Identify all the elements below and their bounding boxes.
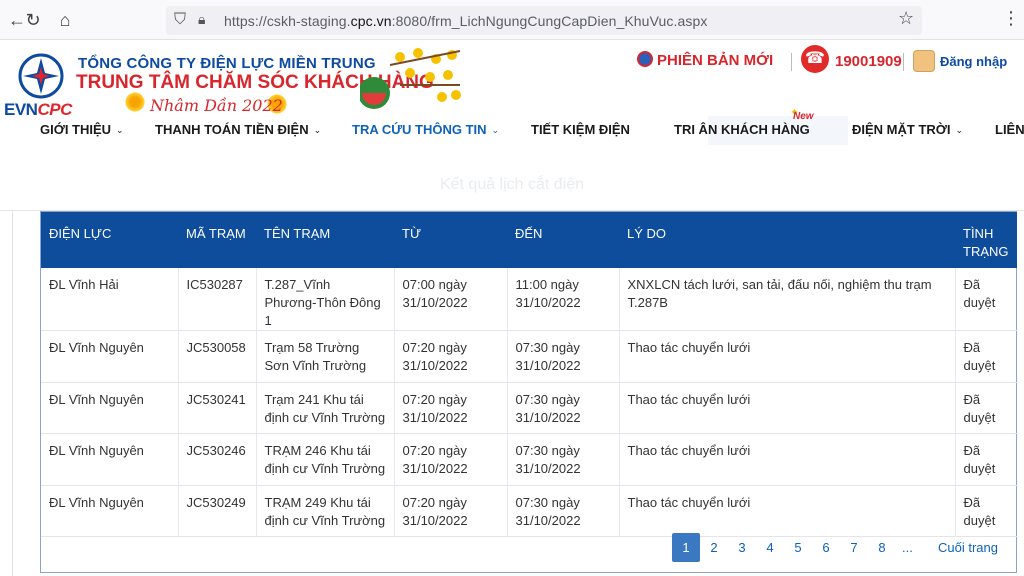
lock-icon[interactable]: 🔒︎ xyxy=(198,11,205,28)
company-name: TỔNG CÔNG TY ĐIỆN LỰC MIỀN TRUNG xyxy=(78,55,376,72)
column-header: ĐIỆN LỰC xyxy=(41,212,178,268)
cell-tinh-trang: Đã duyệt xyxy=(955,330,1017,383)
home-icon[interactable]: ⌂ xyxy=(54,9,76,31)
phone-icon: ☎ xyxy=(801,45,829,73)
table-row: ĐL Vĩnh Nguyên JC530246 TRẠM 246 Khu tái… xyxy=(41,433,1017,486)
cell-den: 07:30 ngày 31/10/2022 xyxy=(507,382,620,434)
user-avatar-icon xyxy=(913,50,935,72)
menu-item-gioi-thieu[interactable]: GIỚI THIỆU ⌄ xyxy=(40,122,124,137)
cell-tu: 07:20 ngày 31/10/2022 xyxy=(394,433,508,486)
table-row: ĐL Vĩnh Nguyên JC530241 Trạm 241 Khu tái… xyxy=(41,382,1017,434)
cell-ma-tram: IC530287 xyxy=(178,268,257,331)
outage-table-panel: ĐIỆN LỰC MÃ TRẠM TÊN TRẠM TỪ ĐẾN LÝ DO T… xyxy=(40,211,1017,573)
hotline-number[interactable]: 19001909 xyxy=(835,53,902,70)
outage-schedule-table: ĐIỆN LỰC MÃ TRẠM TÊN TRẠM TỪ ĐẾN LÝ DO T… xyxy=(41,212,1017,537)
cell-tu: 07:20 ngày 31/10/2022 xyxy=(394,382,508,434)
bookmark-star-icon[interactable]: ☆ xyxy=(898,8,914,29)
cell-den: 07:30 ngày 31/10/2022 xyxy=(507,433,620,486)
evn-logo-text[interactable]: EVNCPC xyxy=(4,100,72,120)
cell-den: 07:30 ngày 31/10/2022 xyxy=(507,485,620,537)
reload-icon[interactable]: ↻ xyxy=(22,9,44,31)
chevron-down-icon: ⌄ xyxy=(955,125,964,135)
shield-icon[interactable]: ⛉ xyxy=(174,11,186,29)
table-row: ĐL Vĩnh Hải IC530287 T.287_Vĩnh Phương-T… xyxy=(41,268,1017,331)
cell-tu: 07:00 ngày 31/10/2022 xyxy=(394,268,508,331)
menu-item-lien-he[interactable]: LIÊN xyxy=(995,122,1024,137)
page-ellipsis[interactable]: ... xyxy=(902,533,913,562)
apricot-flower-icon xyxy=(124,91,146,113)
cell-ten-tram: TRẠM 249 Khu tái định cư Vĩnh Trường xyxy=(256,485,395,537)
cell-dien-luc: ĐL Vĩnh Nguyên xyxy=(41,485,179,537)
new-version-link[interactable]: PHIÊN BẢN MỚI xyxy=(637,51,773,69)
url-text[interactable]: https://cskh-staging.cpc.vn:8080/frm_Lic… xyxy=(224,13,707,29)
cell-ten-tram: Trạm 241 Khu tái định cư Vĩnh Trường xyxy=(256,382,395,434)
menu-item-tra-cuu[interactable]: TRA CỨU THÔNG TIN ⌄ xyxy=(352,122,499,137)
chevron-down-icon: ⌄ xyxy=(116,125,124,135)
menu-item-thanh-toan[interactable]: THANH TOÁN TIỀN ĐIỆN ⌄ xyxy=(155,122,321,137)
year-text: Nhâm Dần 2022 xyxy=(150,96,283,115)
chevron-down-icon: ⌄ xyxy=(313,125,322,135)
page-button-2[interactable]: 2 xyxy=(700,533,728,562)
cell-tinh-trang: Đã duyệt xyxy=(955,433,1017,486)
left-border xyxy=(12,210,13,576)
page-button-8[interactable]: 8 xyxy=(868,533,896,562)
main-menu: GIỚI THIỆU ⌄ THANH TOÁN TIỀN ĐIỆN ⌄ TRA CỨ… xyxy=(0,118,1024,144)
cell-ly-do: XNXLCN tách lưới, san tải, đấu nối, nghi… xyxy=(619,268,956,331)
chevron-down-icon: ⌄ xyxy=(491,125,500,135)
column-header: ĐẾN xyxy=(507,212,619,268)
cell-dien-luc: ĐL Vĩnh Nguyên xyxy=(41,433,179,486)
cell-dien-luc: ĐL Vĩnh Nguyên xyxy=(41,330,179,383)
page-button-6[interactable]: 6 xyxy=(812,533,840,562)
cell-den: 07:30 ngày 31/10/2022 xyxy=(507,330,620,383)
cell-ly-do: Thao tác chuyển lưới xyxy=(619,485,956,537)
cell-dien-luc: ĐL Vĩnh Hải xyxy=(41,268,179,331)
menu-item-tiet-kiem[interactable]: TIẾT KIỆM ĐIỆN xyxy=(531,122,630,137)
cell-tinh-trang: Đã duyệt xyxy=(955,268,1017,331)
cell-den: 11:00 ngày 31/10/2022 xyxy=(507,268,620,331)
cell-tu: 07:20 ngày 31/10/2022 xyxy=(394,485,508,537)
column-header: TÌNH TRẠNG xyxy=(955,212,1017,268)
cell-dien-luc: ĐL Vĩnh Nguyên xyxy=(41,382,179,434)
address-bar[interactable]: ⛉ 🔒︎ https://cskh-staging.cpc.vn:8080/fr… xyxy=(166,6,922,35)
cell-ma-tram: JC530241 xyxy=(178,382,257,434)
cell-ten-tram: T.287_Vĩnh Phương-Thôn Đông 1 xyxy=(256,268,395,331)
page-button-4[interactable]: 4 xyxy=(756,533,784,562)
cell-tu: 07:20 ngày 31/10/2022 xyxy=(394,330,508,383)
cell-ten-tram: Trạm 58 Trường Sơn Vĩnh Trường xyxy=(256,330,395,383)
page-button-3[interactable]: 3 xyxy=(728,533,756,562)
cell-ma-tram: JC530246 xyxy=(178,433,257,486)
column-header: TỪ xyxy=(394,212,507,268)
column-header: MÃ TRẠM xyxy=(178,212,256,268)
page-button-7[interactable]: 7 xyxy=(840,533,868,562)
cell-ly-do: Thao tác chuyển lưới xyxy=(619,433,956,486)
evn-logo-icon[interactable] xyxy=(18,53,64,99)
table-row: ĐL Vĩnh Nguyên JC530249 TRẠM 249 Khu tái… xyxy=(41,485,1017,537)
watermelon-blossom-decoration-icon xyxy=(360,48,461,109)
browser-toolbar: ← ↻ ⌂ ⛉ 🔒︎ https://cskh-staging.cpc.vn:8… xyxy=(0,0,1024,40)
column-header: TÊN TRẠM xyxy=(256,212,394,268)
table-header-row: ĐIỆN LỰC MÃ TRẠM TÊN TRẠM TỪ ĐẾN LÝ DO T… xyxy=(41,212,1017,268)
cell-ma-tram: JC530058 xyxy=(178,330,257,383)
cell-tinh-trang: Đã duyệt xyxy=(955,382,1017,434)
table-row: ĐL Vĩnh Nguyên JC530058 Trạm 58 Trường S… xyxy=(41,330,1017,383)
column-header: LÝ DO xyxy=(619,212,955,268)
section-title: Kết quả lịch cắt điện xyxy=(439,176,585,193)
cell-ly-do: Thao tác chuyển lưới xyxy=(619,382,956,434)
cell-ly-do: Thao tác chuyển lưới xyxy=(619,330,956,383)
header-divider xyxy=(903,53,904,71)
header-divider xyxy=(791,53,792,71)
site-header: EVNCPC TỔNG CÔNG TY ĐIỆN LỰC MIỀN TRUNG … xyxy=(0,41,1024,120)
page-button-5[interactable]: 5 xyxy=(784,533,812,562)
login-link[interactable]: Đăng nhập xyxy=(940,54,1007,69)
globe-icon xyxy=(637,51,653,67)
new-badge: New xyxy=(793,111,814,122)
menu-item-tri-an[interactable]: TRI ÂN KHÁCH HÀNG xyxy=(674,122,810,137)
cell-ten-tram: TRẠM 246 Khu tái định cư Vĩnh Trường xyxy=(256,433,395,486)
cell-tinh-trang: Đã duyệt xyxy=(955,485,1017,537)
menu-item-dien-mat-troi[interactable]: ĐIỆN MẶT TRỜI ⌄ xyxy=(852,122,963,137)
cell-ma-tram: JC530249 xyxy=(178,485,257,537)
last-page-link[interactable]: Cuối trang xyxy=(938,533,998,562)
page-button-1[interactable]: 1 xyxy=(672,533,700,562)
extensions-icon[interactable]: ⋮ xyxy=(1002,8,1020,29)
